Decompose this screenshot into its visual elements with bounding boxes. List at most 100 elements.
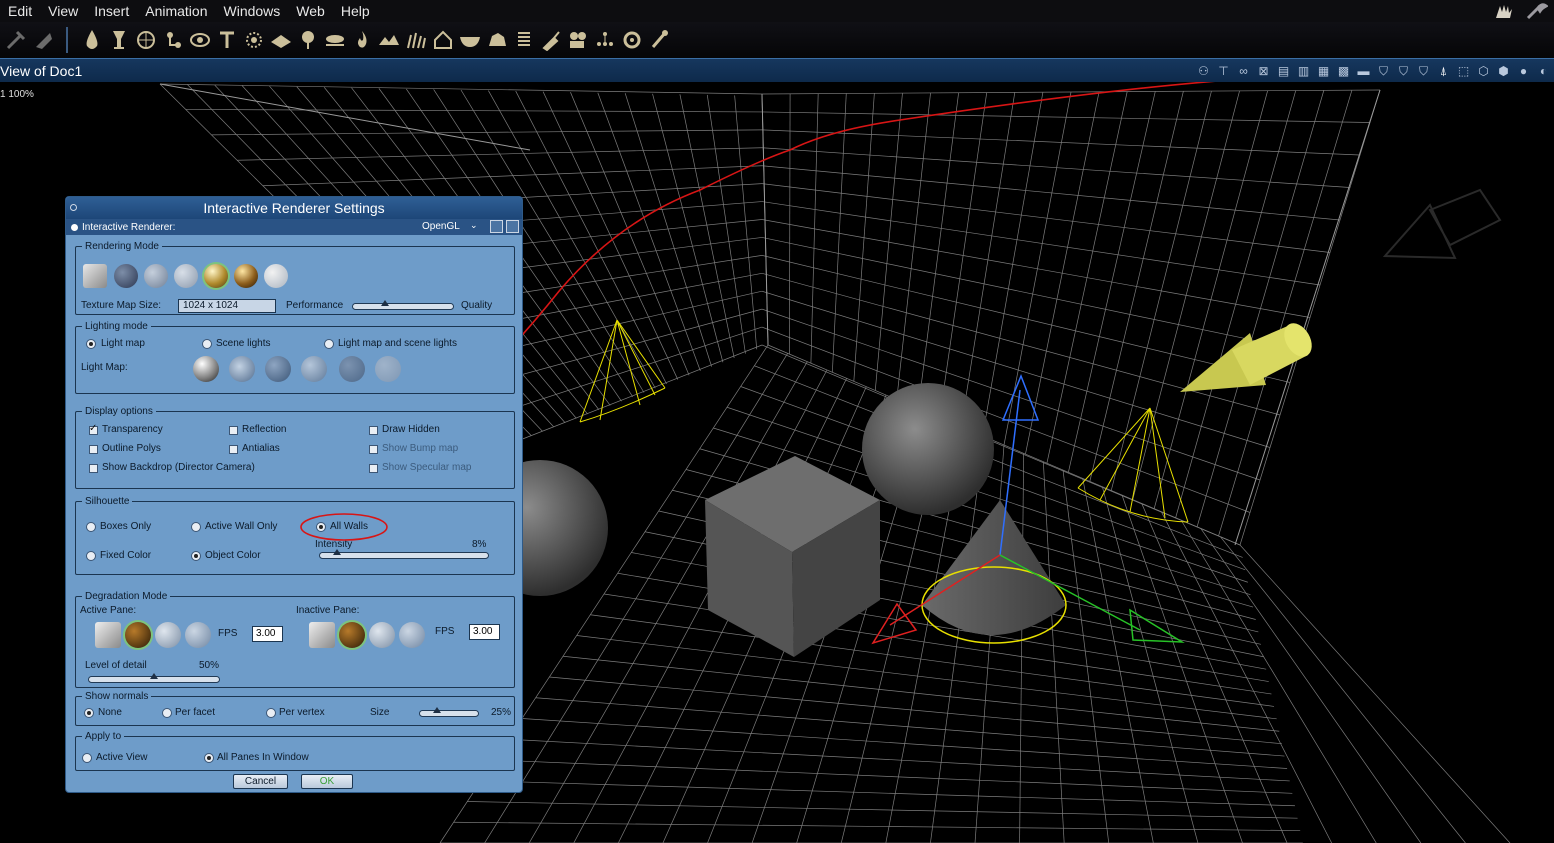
boxes-only-radio[interactable]: [86, 522, 96, 532]
mode-hidden-line-icon[interactable]: [144, 264, 168, 288]
transparency-checkbox[interactable]: [89, 423, 98, 435]
menu-help[interactable]: Help: [333, 0, 378, 22]
lightmap-3-icon[interactable]: [265, 356, 291, 382]
draw-hidden-checkbox[interactable]: [369, 426, 378, 435]
slider-knob[interactable]: [333, 549, 341, 555]
inactive-box-icon[interactable]: [309, 622, 335, 648]
outline-polys-checkbox[interactable]: [89, 445, 98, 454]
landscape-icon[interactable]: [375, 25, 402, 55]
lightmap-2-icon[interactable]: [229, 356, 255, 382]
reflection-checkbox[interactable]: [229, 426, 238, 435]
slider-knob[interactable]: [150, 673, 158, 679]
cancel-button[interactable]: Cancel: [233, 774, 288, 789]
menu-windows[interactable]: Windows: [216, 0, 289, 22]
mode-shaded-icon[interactable]: [204, 264, 228, 288]
menu-animation[interactable]: Animation: [137, 0, 215, 22]
layout-split-icon[interactable]: ▥: [1295, 63, 1312, 80]
layout-single-icon[interactable]: ▤: [1275, 63, 1292, 80]
text-icon[interactable]: [213, 25, 240, 55]
sphere-gradient-icon[interactable]: ◐: [1535, 63, 1552, 80]
droplet-icon[interactable]: [78, 25, 105, 55]
slider-knob[interactable]: [433, 707, 441, 713]
mode-lit-wire-icon[interactable]: [174, 264, 198, 288]
menu-insert[interactable]: Insert: [86, 0, 137, 22]
normals-none-radio[interactable]: [84, 708, 94, 718]
shield-alt-icon[interactable]: ⛉: [1395, 63, 1412, 80]
normals-size-slider[interactable]: [419, 707, 479, 717]
mode-textured-icon[interactable]: [234, 264, 258, 288]
lightmap-1-icon[interactable]: [193, 356, 219, 382]
particles-icon[interactable]: [240, 25, 267, 55]
sphere-wire-icon[interactable]: [132, 25, 159, 55]
show-backdrop-checkbox[interactable]: [89, 464, 98, 473]
active-box-icon[interactable]: [95, 622, 121, 648]
inactive-fps-input[interactable]: 3.00: [469, 624, 500, 640]
apply-all-panes-radio[interactable]: [204, 753, 214, 763]
performance-quality-slider[interactable]: [352, 300, 454, 310]
ring-icon[interactable]: [618, 25, 645, 55]
fire-icon[interactable]: [348, 25, 375, 55]
mode-wireframe-icon[interactable]: [114, 264, 138, 288]
modify-tool-icon[interactable]: [2, 25, 29, 55]
scene-lights-radio[interactable]: [202, 339, 212, 349]
box-solid-icon[interactable]: ⬢: [1495, 63, 1512, 80]
ok-button[interactable]: OK: [301, 774, 353, 789]
slider-knob[interactable]: [381, 300, 389, 306]
spring-icon[interactable]: [510, 25, 537, 55]
inactive-flat-icon[interactable]: [369, 622, 395, 648]
array-icon[interactable]: [591, 25, 618, 55]
layout-grid-icon[interactable]: ▩: [1335, 63, 1352, 80]
box-dashed-icon[interactable]: ⬚: [1455, 63, 1472, 80]
lightmap-5-icon[interactable]: [339, 356, 365, 382]
renderer-select[interactable]: OpenGL: [422, 221, 460, 232]
wrench-icon[interactable]: [1524, 2, 1549, 20]
sphere-shaded-icon[interactable]: ●: [1515, 63, 1532, 80]
tree-icon[interactable]: [294, 25, 321, 55]
goblet-icon[interactable]: [105, 25, 132, 55]
layout-cross-icon[interactable]: ⊠: [1255, 63, 1272, 80]
lightmap-4-icon[interactable]: [301, 356, 327, 382]
fixed-color-radio[interactable]: [86, 551, 96, 561]
lightmap-scene-radio[interactable]: [324, 339, 334, 349]
menu-edit[interactable]: Edit: [0, 0, 40, 22]
hierarchy-icon[interactable]: ⚇: [1195, 63, 1212, 80]
save-preset-icon[interactable]: [490, 220, 503, 233]
menu-web[interactable]: Web: [288, 0, 333, 22]
active-fps-input[interactable]: 3.00: [252, 626, 283, 642]
brush-icon[interactable]: [537, 25, 564, 55]
close-icon[interactable]: [70, 204, 77, 211]
shield-check-icon[interactable]: ⛉: [1415, 63, 1432, 80]
tree-view-icon[interactable]: ⊤: [1215, 63, 1232, 80]
camera-icon[interactable]: [564, 25, 591, 55]
antialias-checkbox[interactable]: [229, 445, 238, 454]
mode-box-icon[interactable]: [83, 264, 107, 288]
eye-icon[interactable]: [186, 25, 213, 55]
lightmap-radio[interactable]: [86, 339, 96, 349]
active-lit-icon[interactable]: [185, 622, 211, 648]
load-preset-icon[interactable]: [506, 220, 519, 233]
menu-view[interactable]: View: [40, 0, 86, 22]
inactive-wire-icon[interactable]: [339, 622, 365, 648]
mode-sketch-icon[interactable]: [264, 264, 288, 288]
hand-icon[interactable]: [1492, 2, 1516, 20]
normals-per-vertex-radio[interactable]: [266, 708, 276, 718]
cloud-icon[interactable]: [321, 25, 348, 55]
house-icon[interactable]: [429, 25, 456, 55]
texture-size-select[interactable]: 1024 x 1024: [178, 299, 276, 313]
grass-icon[interactable]: [402, 25, 429, 55]
active-wall-radio[interactable]: [191, 522, 201, 532]
layout-quad-icon[interactable]: ▦: [1315, 63, 1332, 80]
rock-icon[interactable]: [483, 25, 510, 55]
inactive-lit-icon[interactable]: [399, 622, 425, 648]
renderer-settings-icon[interactable]: ⍋: [1435, 63, 1452, 80]
active-wire-icon[interactable]: [125, 622, 151, 648]
link-icon[interactable]: ∞: [1235, 63, 1252, 80]
layout-wide-icon[interactable]: ▬: [1355, 63, 1372, 80]
intensity-slider[interactable]: [319, 549, 489, 559]
chevron-down-icon[interactable]: ⌄: [470, 220, 478, 231]
joint-icon[interactable]: [159, 25, 186, 55]
normals-per-facet-radio[interactable]: [162, 708, 172, 718]
active-flat-icon[interactable]: [155, 622, 181, 648]
box-wire-icon[interactable]: ⬡: [1475, 63, 1492, 80]
magnet-tool-icon[interactable]: [29, 25, 56, 55]
